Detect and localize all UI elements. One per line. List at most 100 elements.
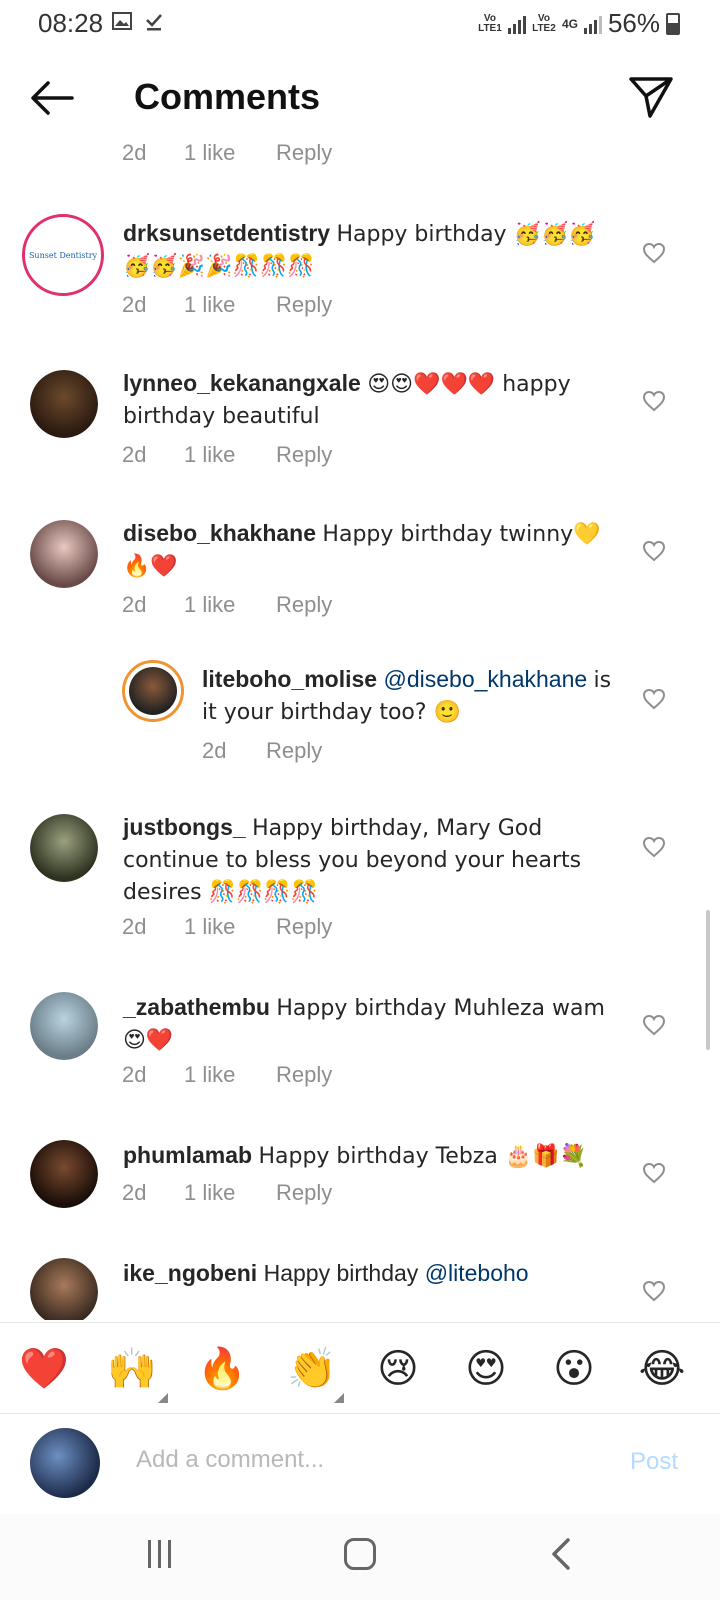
lte1-label: Vo LTE1 — [478, 12, 502, 34]
comment-username[interactable]: ike_ngobeni — [123, 1260, 257, 1286]
avatar[interactable] — [30, 1140, 98, 1208]
avatar[interactable] — [30, 992, 98, 1060]
comment-likes[interactable]: 1 like — [184, 1180, 276, 1206]
recent-apps-button[interactable] — [148, 1540, 178, 1568]
gallery-icon — [112, 12, 132, 30]
battery-percent: 56% — [607, 8, 660, 38]
checkmark-download-icon — [146, 14, 162, 31]
comment-likes[interactable]: 1 like — [184, 442, 276, 468]
reply-button[interactable]: Reply — [266, 738, 322, 764]
comment-item: lynneo_kekanangxale 😍😍❤️❤️❤️ happy birth… — [0, 362, 720, 482]
quick-emoji-bar: ❤️ 🙌 🔥 👏 😢 😍 😮 😂 — [0, 1322, 720, 1414]
reply-button[interactable]: Reply — [276, 1062, 332, 1088]
comment-text: _zabathembu Happy birthday Muhleza wam 😍… — [123, 992, 623, 1056]
avatar[interactable] — [30, 814, 98, 882]
comment-likes[interactable]: 1 like — [184, 1062, 276, 1088]
comment-meta: 2d Reply — [202, 738, 322, 764]
comment-username[interactable]: justbongs_ — [123, 814, 246, 840]
heart-icon[interactable] — [642, 1014, 666, 1036]
comment-meta: 2d 1 like Reply — [122, 292, 332, 318]
back-button[interactable] — [28, 78, 76, 118]
emoji-laughing[interactable]: 😂 — [634, 1343, 690, 1395]
avatar[interactable]: Sunset Dentistry — [22, 214, 104, 296]
comment-likes[interactable]: 1 like — [184, 140, 276, 166]
comment-mention[interactable]: @disebo_khakhane — [383, 666, 587, 692]
comment-text: phumlamab Happy birthday Tebza 🎂🎁💐 — [123, 1140, 623, 1172]
comment-age: 2d — [122, 1062, 147, 1087]
emoji-clap[interactable]: 👏 — [284, 1343, 340, 1395]
comment-text: justbongs_ Happy birthday, Mary God cont… — [123, 812, 623, 908]
my-avatar[interactable] — [30, 1428, 100, 1498]
heart-icon[interactable] — [642, 836, 666, 858]
reply-button[interactable]: Reply — [276, 914, 332, 940]
signal1-icon — [507, 14, 526, 34]
skin-tone-indicator-icon — [334, 1393, 344, 1403]
comment-age: 2d — [122, 592, 147, 617]
heart-icon[interactable] — [642, 1162, 666, 1184]
emoji-fire[interactable]: 🔥 — [194, 1343, 250, 1395]
post-button[interactable]: Post — [630, 1448, 678, 1476]
emoji-raised-hands[interactable]: 🙌 — [104, 1343, 160, 1395]
comment-age: 2d — [122, 292, 147, 317]
comment-item: justbongs_ Happy birthday, Mary God cont… — [0, 812, 720, 962]
status-right: Vo LTE1 Vo LTE2 4G 56% — [478, 8, 680, 39]
comment-item: disebo_khakhane Happy birthday twinny💛🔥❤… — [0, 512, 720, 632]
heart-icon[interactable] — [642, 390, 666, 412]
avatar[interactable] — [30, 1258, 98, 1320]
comment-likes[interactable]: 1 like — [184, 914, 276, 940]
heart-icon[interactable] — [642, 688, 666, 710]
comment-item: ike_ngobeni Happy birthday @liteboho — [0, 1258, 720, 1320]
avatar[interactable] — [30, 370, 98, 438]
arrow-left-icon — [31, 81, 74, 115]
emoji-heart[interactable]: ❤️ — [16, 1343, 72, 1395]
lte2-label: Vo LTE2 — [532, 12, 556, 34]
avatar[interactable] — [30, 520, 98, 588]
comment-age: 2d — [122, 442, 147, 467]
reply-button[interactable]: Reply — [276, 1180, 332, 1206]
comment-body: Happy birthday — [263, 1260, 419, 1286]
comment-meta: 2d 1 like Reply — [122, 140, 332, 166]
share-button[interactable] — [628, 74, 674, 120]
reply-button[interactable]: Reply — [276, 292, 332, 318]
comment-item: phumlamab Happy birthday Tebza 🎂🎁💐 2d 1 … — [0, 1140, 720, 1240]
signal2-icon — [583, 14, 602, 34]
emoji-surprised[interactable]: 😮 — [546, 1343, 602, 1395]
nav-back-icon[interactable] — [548, 1536, 574, 1572]
status-time: 08:28 — [38, 8, 104, 38]
comments-list[interactable]: 2d 1 like Reply Sunset Dentistry drksuns… — [0, 140, 720, 1320]
comment-text: drksunsetdentistry Happy birthday 🥳🥳🥳🥳🥳🎉… — [123, 218, 623, 282]
reply-button[interactable]: Reply — [276, 442, 332, 468]
comment-username[interactable]: phumlamab — [123, 1142, 252, 1168]
comment-composer: Post — [0, 1414, 720, 1514]
comment-meta: 2d 1 like Reply — [122, 1180, 332, 1206]
comment-meta: 2d 1 like Reply — [122, 592, 332, 618]
comment-text: ike_ngobeni Happy birthday @liteboho — [123, 1258, 623, 1288]
comment-text: lynneo_kekanangxale 😍😍❤️❤️❤️ happy birth… — [123, 368, 623, 432]
heart-icon[interactable] — [642, 242, 666, 264]
emoji-crying[interactable]: 😢 — [370, 1343, 426, 1395]
home-button[interactable] — [344, 1538, 376, 1570]
comment-username[interactable]: drksunsetdentistry — [123, 220, 330, 246]
heart-icon[interactable] — [642, 540, 666, 562]
header: Comments — [0, 56, 720, 140]
reply-button[interactable]: Reply — [276, 592, 332, 618]
comment-likes[interactable]: 1 like — [184, 292, 276, 318]
comment-likes[interactable]: 1 like — [184, 592, 276, 618]
notification-icons — [112, 11, 164, 31]
reply-button[interactable]: Reply — [276, 140, 332, 166]
system-nav-bar — [0, 1514, 720, 1600]
battery-icon — [666, 12, 680, 35]
scrollbar[interactable] — [706, 910, 710, 1050]
avatar-logo-text: Sunset Dentistry — [28, 250, 98, 260]
comment-text: disebo_khakhane Happy birthday twinny💛🔥❤… — [123, 518, 623, 582]
comment-username[interactable]: liteboho_molise — [202, 666, 377, 692]
comment-meta: 2d 1 like Reply — [122, 442, 332, 468]
comment-username[interactable]: disebo_khakhane — [123, 520, 316, 546]
comment-username[interactable]: lynneo_kekanangxale — [123, 370, 361, 396]
emoji-heart-eyes[interactable]: 😍 — [458, 1343, 514, 1395]
comment-input[interactable] — [136, 1438, 576, 1482]
heart-icon[interactable] — [642, 1280, 666, 1302]
comment-username[interactable]: _zabathembu — [123, 994, 270, 1020]
comment-mention[interactable]: @liteboho — [425, 1260, 529, 1286]
avatar[interactable] — [122, 660, 184, 722]
